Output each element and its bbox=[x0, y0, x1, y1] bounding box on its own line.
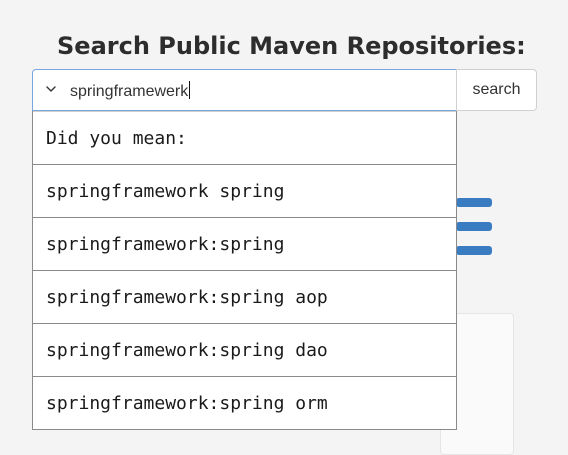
suggestion-item[interactable]: springframework:spring dao bbox=[33, 323, 456, 376]
search-input-box[interactable]: springframewerk bbox=[32, 69, 457, 111]
chevron-down-icon[interactable] bbox=[44, 82, 58, 96]
suggestion-item[interactable]: springframework:spring orm bbox=[33, 376, 456, 429]
search-button[interactable]: search bbox=[456, 69, 537, 111]
suggestion-item[interactable]: springframework spring bbox=[33, 164, 456, 217]
suggestion-item[interactable]: springframework:spring bbox=[33, 217, 456, 270]
page-title: Search Public Maven Repositories: bbox=[57, 32, 526, 60]
suggestion-header: Did you mean: bbox=[33, 111, 456, 164]
search-bar: springframewerk search bbox=[32, 69, 537, 111]
suggestion-dropdown: Did you mean: springframework spring spr… bbox=[32, 111, 457, 430]
menu-bars-icon bbox=[456, 198, 492, 270]
search-input[interactable]: springframewerk bbox=[70, 81, 191, 102]
suggestion-item[interactable]: springframework:spring aop bbox=[33, 270, 456, 323]
text-caret bbox=[189, 81, 191, 99]
